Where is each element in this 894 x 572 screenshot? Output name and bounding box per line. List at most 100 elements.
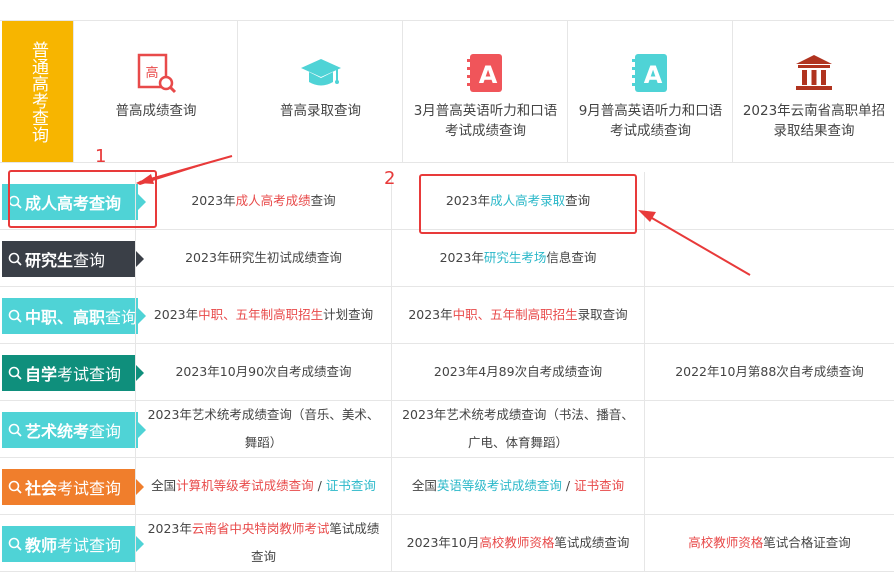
gaokao-score-link[interactable]: 高 普高成绩查询: [73, 21, 238, 162]
query-cell: [644, 229, 894, 286]
query-text: 2023年: [191, 192, 236, 208]
query-cell[interactable]: 2022年10月第88次自考成绩查询: [644, 343, 894, 400]
query-cell[interactable]: 全国计算机等级考试成绩查询 / 证书查询: [135, 457, 391, 514]
query-link-text[interactable]: 英语等级考试成绩查询: [437, 478, 562, 493]
svg-text:高: 高: [145, 65, 158, 81]
gaokao-score-icon: 高: [137, 53, 177, 94]
table-row: 社会考试查询 全国计算机等级考试成绩查询 / 证书查询 全国英语等级考试成绩查询 /…: [0, 457, 894, 515]
table-row: 自学考试查询 2023年10月90次自考成绩查询 2023年4月89次自考成绩查询 2…: [0, 343, 894, 401]
query-text: 计划查询: [323, 306, 374, 322]
query-text: 全国: [151, 477, 177, 493]
search-icon: [8, 252, 22, 266]
annotation-number-1: 1: [95, 146, 107, 167]
category-badge-strong: 研究生: [25, 251, 74, 270]
building-icon: [796, 55, 832, 90]
category-badge[interactable]: 社会考试查询: [2, 469, 144, 505]
query-text: /: [561, 477, 575, 493]
query-link-text[interactable]: 云南省中央特岗教师考试: [192, 521, 330, 536]
category-badge[interactable]: 艺术统考查询: [2, 412, 146, 448]
query-text: 2023年: [439, 249, 484, 265]
query-text: 录取查询: [577, 306, 628, 322]
graduation-cap-icon: [300, 59, 341, 86]
search-icon: [8, 537, 22, 551]
query-link-text[interactable]: 研究生考场: [484, 250, 547, 265]
table-row: 教师考试查询 2023年云南省中央特岗教师考试笔试成绩查询 2023年10月高校教师…: [0, 514, 894, 572]
english-march-label: 3月普高英语听力和口语考试成绩查询: [413, 103, 558, 139]
query-cell[interactable]: 2023年云南省中央特岗教师考试笔试成绩查询: [135, 514, 391, 571]
query-link-text[interactable]: 计算机等级考试成绩查询: [176, 478, 314, 493]
gaokao-section: 普通高考查询 高 普高成绩查询 普高录取查询 A 3月普高英语听力和口语考试成绩…: [0, 20, 894, 163]
query-text: /: [313, 477, 326, 493]
category-badge-strong: 社会: [25, 479, 58, 498]
gaokao-admission-label: 普高录取查询: [280, 103, 361, 119]
category-badge[interactable]: 自学考试查询: [2, 355, 144, 391]
table-row: 中职、高职查询 2023年中职、五年制高职招生计划查询 2023年中职、五年制高职招…: [0, 286, 894, 344]
annotation-box-2: [419, 174, 637, 234]
query-text: 笔试合格证查询: [763, 534, 851, 550]
category-badge-strong: 教师: [25, 536, 58, 555]
query-text: 2023年10月: [406, 534, 480, 550]
query-link-text[interactable]: 证书查询: [574, 478, 624, 493]
query-cell[interactable]: 2023年10月90次自考成绩查询: [135, 343, 391, 400]
query-cell[interactable]: 2023年成人高考成绩查询: [135, 172, 391, 229]
category-badge-rest: 查询: [105, 308, 138, 327]
gaokao-section-label: 普通高考查询: [2, 21, 73, 162]
query-cell: [644, 286, 894, 343]
query-text: 笔试成绩查询: [554, 534, 630, 550]
query-link-text[interactable]: 高校教师资格: [688, 535, 763, 550]
query-cell[interactable]: 2023年研究生初试成绩查询: [135, 229, 391, 286]
query-text: 信息查询: [546, 249, 597, 265]
search-icon: [8, 423, 22, 437]
category-badge[interactable]: 研究生查询: [2, 241, 144, 277]
category-badge-rest: 考试查询: [57, 536, 122, 555]
table-row: 研究生查询 2023年研究生初试成绩查询 2023年研究生考场信息查询: [0, 229, 894, 287]
query-cell[interactable]: 2023年中职、五年制高职招生计划查询: [135, 286, 391, 343]
query-cell[interactable]: 2023年艺术统考成绩查询（书法、播音、广电、体育舞蹈）: [391, 400, 644, 457]
query-link-text[interactable]: 中职、五年制高职招生: [198, 307, 323, 322]
query-cell[interactable]: 2023年10月高校教师资格笔试成绩查询: [391, 514, 644, 571]
vocational-admission-label: 2023年云南省高职单招录取结果查询: [742, 103, 886, 139]
annotation-number-2: 2: [384, 168, 396, 189]
query-cell[interactable]: 2023年4月89次自考成绩查询: [391, 343, 644, 400]
category-badge-rest: 考试查询: [57, 365, 122, 384]
query-text: 2023年10月90次自考成绩查询: [175, 363, 352, 379]
english-september-label: 9月普高英语听力和口语考试成绩查询: [578, 103, 723, 139]
query-text: 2023年: [408, 306, 453, 322]
annotation-box-1: [8, 170, 157, 228]
vocational-admission-link[interactable]: 2023年云南省高职单招录取结果查询: [732, 21, 894, 162]
category-badge[interactable]: 教师考试查询: [2, 526, 144, 562]
query-cell: [644, 457, 894, 514]
query-text: 2023年: [147, 520, 192, 536]
query-text: 2022年10月第88次自考成绩查询: [675, 363, 864, 379]
query-cell: [644, 172, 894, 229]
query-cell[interactable]: 高校教师资格笔试合格证查询: [644, 514, 894, 571]
query-text: 2023年: [153, 306, 199, 322]
query-cell[interactable]: 2023年艺术统考成绩查询（音乐、美术、舞蹈）: [135, 400, 391, 457]
english-march-link[interactable]: A 3月普高英语听力和口语考试成绩查询: [402, 21, 568, 162]
category-badge-strong: 艺术统考: [25, 422, 90, 441]
query-link-text[interactable]: 中职、五年制高职招生: [453, 307, 578, 322]
category-badge-rest: 查询: [73, 251, 106, 270]
english-september-link[interactable]: A 9月普高英语听力和口语考试成绩查询: [567, 21, 733, 162]
query-cell[interactable]: 2023年中职、五年制高职招生录取查询: [391, 286, 644, 343]
notebook-a-icon: A: [631, 54, 667, 92]
category-badge-strong: 中职、高职: [25, 308, 106, 327]
notebook-a-icon: A: [466, 54, 502, 92]
search-icon: [8, 480, 22, 494]
query-cell[interactable]: 全国英语等级考试成绩查询 / 证书查询: [391, 457, 644, 514]
query-link-text[interactable]: 高校教师资格: [479, 535, 554, 550]
search-icon: [8, 309, 22, 323]
search-icon: [8, 366, 22, 380]
table-row: 艺术统考查询 2023年艺术统考成绩查询（音乐、美术、舞蹈） 2023年艺术统考成绩…: [0, 400, 894, 458]
category-badge[interactable]: 中职、高职查询: [2, 298, 146, 334]
gaokao-admission-link[interactable]: 普高录取查询: [237, 21, 403, 162]
gaokao-score-label: 普高成绩查询: [115, 103, 197, 119]
query-text: 2023年艺术统考成绩查询（书法、播音、广电、体育舞蹈）: [402, 406, 634, 450]
svg-text:A: A: [478, 61, 497, 89]
query-text: 2023年艺术统考成绩查询（音乐、美术、舞蹈）: [147, 406, 380, 450]
query-cell: [644, 400, 894, 457]
query-cell[interactable]: 2023年研究生考场信息查询: [391, 229, 644, 286]
svg-text:A: A: [643, 61, 662, 89]
query-link-text[interactable]: 证书查询: [326, 478, 376, 493]
query-link-text[interactable]: 成人高考成绩: [236, 193, 311, 208]
